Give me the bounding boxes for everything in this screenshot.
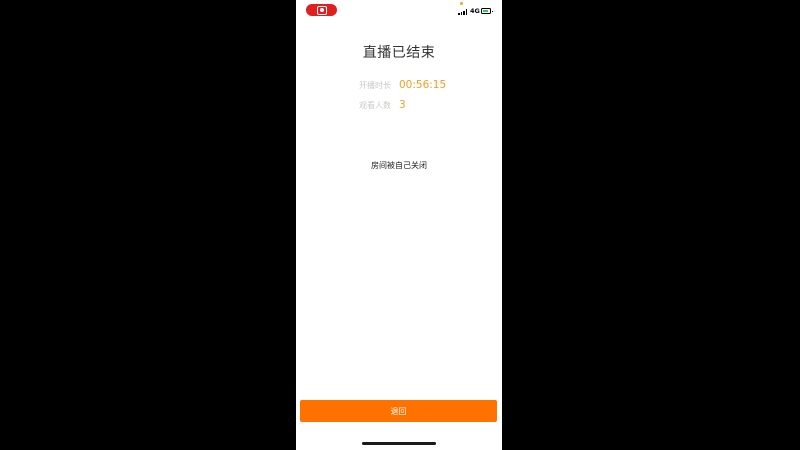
- stat-row-viewers: 观看人数 3: [359, 98, 406, 112]
- privacy-indicator-dot: [460, 2, 463, 5]
- network-type-label: 4G: [470, 7, 480, 15]
- stat-value: 00:56:15: [399, 79, 447, 91]
- screen-record-icon: [316, 5, 327, 15]
- screen-recording-indicator[interactable]: [306, 4, 337, 16]
- phone-screen: 4G 直播已结束 开播时长 00:56:15 观看人数 3 房间被自己关闭 退回: [296, 0, 502, 450]
- return-button[interactable]: 退回: [300, 400, 497, 422]
- stat-label: 开播时长: [359, 80, 391, 90]
- stat-row-duration: 开播时长 00:56:15: [359, 78, 446, 92]
- status-bar: 4G: [296, 0, 502, 22]
- cellular-signal-icon: [458, 9, 467, 15]
- battery-icon: [481, 8, 493, 14]
- stat-value: 3: [399, 99, 406, 111]
- home-indicator[interactable]: [362, 442, 436, 445]
- stat-label: 观看人数: [359, 100, 391, 110]
- close-reason-message: 房间被自己关闭: [371, 161, 427, 170]
- page-title: 直播已结束: [362, 45, 436, 61]
